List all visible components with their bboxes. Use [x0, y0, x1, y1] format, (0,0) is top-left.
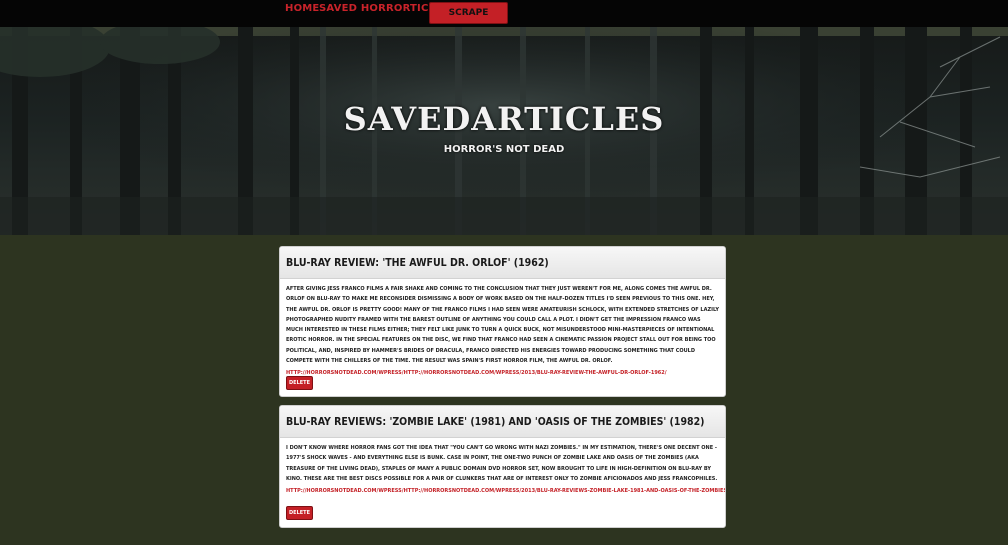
scrape-articles-button[interactable]: Scrape Articles: [429, 2, 508, 38]
article-title: Blu-ray Reviews: 'Zombie Lake' (1981) an…: [280, 406, 725, 438]
article-card: Blu-ray Review: 'The Awful Dr. Orlof' (1…: [279, 246, 726, 397]
article-title: Blu-ray Review: 'The Awful Dr. Orlof' (1…: [280, 247, 725, 279]
article-card: Blu-ray Reviews: 'Zombie Lake' (1981) an…: [279, 405, 726, 528]
hero-title: SavedArticles: [343, 100, 665, 138]
nav-home-link[interactable]: Home: [285, 3, 319, 14]
article-link[interactable]: http://horrorsnotdead.com/wpress/http://…: [286, 368, 719, 378]
article-summary: After giving Jess Franco films a fair sh…: [286, 286, 719, 365]
article-summary: I don't know where horror fans got the i…: [286, 445, 718, 482]
navbar: Home Saved HorrorTicles Scrape Articles: [0, 0, 1008, 38]
article-link[interactable]: http://horrorsnotdead.com/wpress/http://…: [286, 486, 725, 496]
delete-button[interactable]: Delete: [286, 506, 313, 520]
delete-button[interactable]: Delete: [286, 376, 313, 390]
hero-banner: SavedArticles Horror's Not Dead: [0, 27, 1008, 235]
hero-subtitle: Horror's Not Dead: [443, 144, 565, 155]
